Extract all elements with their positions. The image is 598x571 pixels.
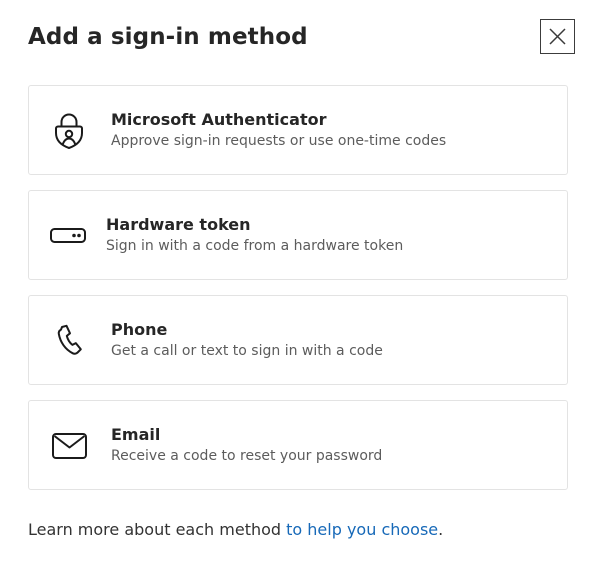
method-card-microsoft-authenticator[interactable]: Microsoft Authenticator Approve sign-in … [28,85,568,175]
dialog-title: Add a sign-in method [28,24,308,50]
footer-learn-more: Learn more about each method to help you… [28,519,443,541]
footer-text: Learn more about each method [28,520,287,539]
method-card-hardware-token[interactable]: Hardware token Sign in with a code from … [28,190,568,280]
method-description: Receive a code to reset your password [111,448,383,464]
method-card-phone[interactable]: Phone Get a call or text to sign in with… [28,295,568,385]
authenticator-lock-icon [49,110,89,150]
method-text: Hardware token Sign in with a code from … [106,215,403,255]
add-sign-in-method-dialog: Add a sign-in method Microsoft Authentic… [0,0,598,571]
envelope-icon [49,425,89,465]
help-you-choose-link[interactable]: to help you choose [286,520,438,539]
close-button[interactable] [540,19,575,54]
method-card-email[interactable]: Email Receive a code to reset your passw… [28,400,568,490]
hardware-token-icon [49,215,89,255]
method-text: Email Receive a code to reset your passw… [111,425,382,465]
method-description: Approve sign-in requests or use one-time… [111,133,447,149]
method-list: Microsoft Authenticator Approve sign-in … [28,85,568,505]
method-name: Hardware token [106,215,251,234]
method-name: Microsoft Authenticator [111,110,327,129]
method-name: Phone [111,320,168,339]
close-icon [549,28,566,45]
footer-suffix: . [438,520,444,539]
method-name: Email [111,425,161,444]
method-description: Sign in with a code from a hardware toke… [106,238,404,254]
phone-icon [49,320,89,360]
method-description: Get a call or text to sign in with a cod… [111,343,383,359]
method-text: Microsoft Authenticator Approve sign-in … [111,110,446,150]
method-text: Phone Get a call or text to sign in with… [111,320,383,360]
